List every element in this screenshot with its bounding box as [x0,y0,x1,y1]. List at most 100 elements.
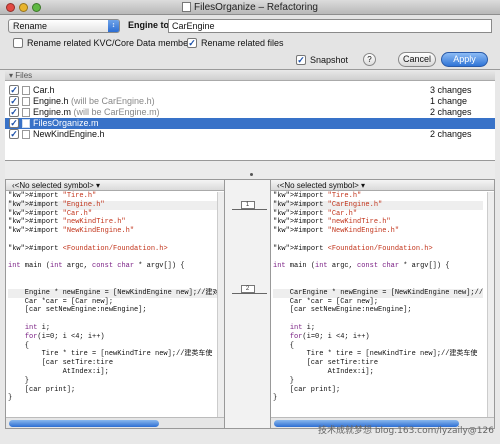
split-view-divider[interactable] [5,161,495,179]
code-line: int i; [24,323,51,332]
apply-button[interactable]: Apply [441,52,488,67]
files-header-label: Files [15,71,33,80]
left-scroll-thumb[interactable] [9,420,159,427]
cancel-button[interactable]: Cancel [398,52,436,67]
operation-select[interactable]: Rename ↕ [8,19,120,33]
code-line: Car *car = [Car new]; [8,297,114,306]
help-button[interactable]: ? [363,53,376,66]
code-line: AtIndex:i]; [8,367,109,376]
code-line: } [273,394,278,403]
operation-value: Rename [13,21,48,31]
file-name-text: FilesOrganize.m [33,118,99,128]
splitter-handle-icon [250,173,253,176]
file-row[interactable]: ✓ FilesOrganize.m [5,118,495,129]
file-name: NewKindEngine.h [33,129,105,140]
change-connector-1 [232,209,267,210]
file-icon [22,97,30,106]
code-line: [car setTire:tire [8,359,114,368]
change-connector-2 [232,293,267,294]
files-header[interactable]: ▾ Files [5,71,495,81]
code-line: [car setNewEngine:newEngine]; [273,306,412,315]
code-line: "kw">#import <Foundation/Foundation.h> [273,244,433,253]
file-include-checkbox[interactable]: ✓ [9,118,19,128]
code-line: "kw">#import "Engine.h" [8,200,220,210]
code-line: "kw">#import "NewKindEngine.h" [8,227,135,236]
file-name-text: Engine.m [33,107,72,117]
file-include-checkbox[interactable]: ✓ [9,107,19,117]
modified-code-pane[interactable]: ‹<No selected symbol> ▾ "kw">#import "Ti… [270,179,495,429]
code-line: } [273,376,295,385]
file-name: Car.h [33,85,55,96]
file-list: ✓ Car.h 3 changes ✓ Engine.h (will be CarEng… [5,81,495,161]
code-line: } [8,394,13,403]
code-line: [car print]; [273,385,341,394]
code-line: "kw">#import "Car.h" [273,209,358,218]
related-files-checkbox[interactable]: ✓ [187,38,197,48]
original-code-pane[interactable]: ‹<No selected symbol> ▾ "kw">#import "Ti… [5,179,225,429]
change-count: 1 change [430,96,468,106]
title-bar: FilesOrganize – Refactoring [0,0,500,15]
right-symbol-label: <No selected symbol> [279,181,359,190]
diff-gutter [225,179,270,429]
file-name-text: NewKindEngine.h [33,129,105,139]
code-line: for(i=0; i <4; i++) [24,332,105,341]
file-include-checkbox[interactable]: ✓ [9,85,19,95]
code-line: int main (int argc, const char * argv[])… [273,262,450,271]
snapshot-label: Snapshot [310,55,349,65]
code-line: for(i=0; i <4; i++) [289,332,370,341]
file-icon [22,130,30,139]
file-icon [22,119,30,128]
code-line: AtIndex:i]; [273,367,374,376]
file-name-text: Car.h [33,85,55,95]
file-include-checkbox[interactable]: ✓ [9,96,19,106]
file-icon [22,108,30,117]
kvc-option-label: Rename related KVC/Core Data members [27,38,196,48]
code-line: "kw">#import <Foundation/Foundation.h> [8,244,168,253]
kvc-option-checkbox[interactable] [13,38,23,48]
new-name-input[interactable]: CarEngine [168,19,492,33]
window-title: FilesOrganize – Refactoring [0,2,500,13]
file-name: Engine.m (will be CarEngine.m) [33,107,160,118]
right-vertical-scrollbar[interactable] [487,192,494,417]
file-include-checkbox[interactable]: ✓ [9,129,19,139]
file-row[interactable]: ✓ Engine.m (will be CarEngine.m) 2 changes [5,107,495,118]
change-marker-1[interactable]: 1 [230,201,265,209]
code-line: Tire * tire = [newKindTire new];//建类车使 [8,350,213,359]
watermark: 技术成就梦想 blog.163.com/lyzaily@126 [317,426,494,436]
left-horizontal-scrollbar[interactable] [6,417,224,428]
right-symbol-popup[interactable]: ‹<No selected symbol> ▾ [271,180,494,191]
code-line: Engine * newEngine = [NewKindEngine new]… [8,288,220,298]
change-count: 3 changes [430,85,472,95]
change-marker-1-number: 1 [240,201,255,209]
code-line: "kw">#import "Tire.h" [8,192,97,200]
code-line: Car *car = [Car new]; [273,297,379,306]
change-marker-2[interactable]: 2 [230,285,265,293]
code-line: "kw">#import "newKindTire.h" [273,218,391,227]
file-name: Engine.h (will be CarEngine.h) [33,96,155,107]
left-vertical-scrollbar[interactable] [217,192,224,417]
document-icon [182,2,192,12]
refactor-toolbar: Rename ↕ Engine to CarEngine Rename relat… [0,15,500,70]
code-line: "kw">#import "CarEngine.h" [273,200,484,210]
rename-hint: (will be CarEngine.m) [71,107,160,117]
snapshot-checkbox[interactable]: ✓ [296,55,306,65]
file-row[interactable]: ✓ Car.h 3 changes [5,85,495,96]
file-icon [22,86,30,95]
rename-hint: (will be CarEngine.h) [68,96,155,106]
file-name: FilesOrganize.m [33,118,99,129]
code-line: int i; [289,323,316,332]
change-marker-2-number: 2 [240,285,255,293]
change-count: 2 changes [430,107,472,117]
code-line: int main (int argc, const char * argv[])… [8,262,185,271]
file-row[interactable]: ✓ NewKindEngine.h 2 changes [5,129,495,140]
file-row[interactable]: ✓ Engine.h (will be CarEngine.h) 1 change [5,96,495,107]
code-line: "kw">#import "NewKindEngine.h" [273,227,400,236]
left-symbol-popup[interactable]: ‹<No selected symbol> ▾ [6,180,224,191]
